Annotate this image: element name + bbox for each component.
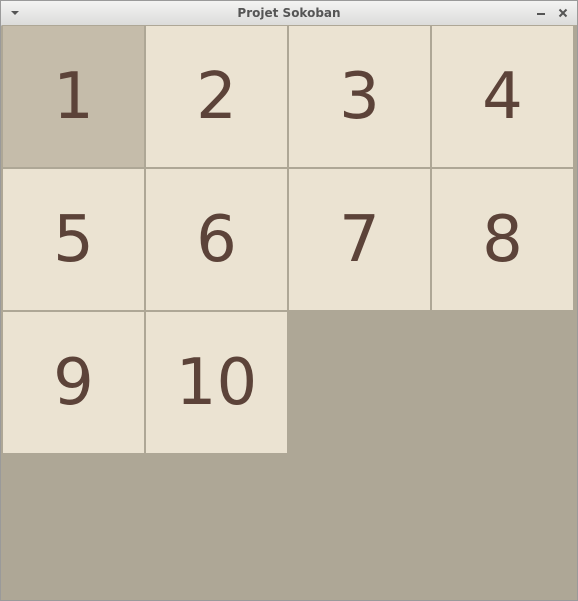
minimize-button[interactable] [533, 5, 549, 21]
level-tile-4[interactable]: 4 [432, 26, 573, 167]
minimize-icon [537, 13, 545, 15]
level-number: 4 [482, 59, 523, 134]
level-grid: 1 2 3 4 5 6 7 8 9 10 [2, 25, 577, 600]
close-button[interactable] [555, 5, 571, 21]
close-icon [558, 8, 568, 18]
level-number: 8 [482, 202, 523, 277]
level-number: 5 [53, 202, 94, 277]
level-tile-8[interactable]: 8 [432, 169, 573, 310]
level-number: 6 [196, 202, 237, 277]
level-number: 2 [196, 59, 237, 134]
level-number: 10 [175, 345, 258, 420]
level-tile-5[interactable]: 5 [3, 169, 144, 310]
level-tile-10[interactable]: 10 [146, 312, 287, 453]
level-number: 7 [339, 202, 380, 277]
level-tile-2[interactable]: 2 [146, 26, 287, 167]
level-tile-6[interactable]: 6 [146, 169, 287, 310]
level-number: 9 [53, 345, 94, 420]
title-bar[interactable]: Projet Sokoban [1, 1, 577, 26]
level-tile-1[interactable]: 1 [3, 26, 144, 167]
level-tile-7[interactable]: 7 [289, 169, 430, 310]
app-window: Projet Sokoban 1 2 3 4 5 6 7 8 9 10 [0, 0, 578, 601]
level-tile-3[interactable]: 3 [289, 26, 430, 167]
level-tile-9[interactable]: 9 [3, 312, 144, 453]
level-number: 3 [339, 59, 380, 134]
level-number: 1 [53, 59, 94, 134]
window-title: Projet Sokoban [237, 6, 341, 20]
